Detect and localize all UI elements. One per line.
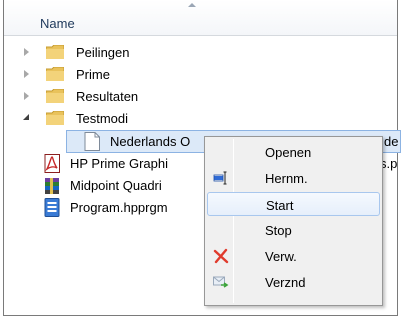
tree-item-label: HP Prime Graphi — [70, 156, 169, 171]
delete-icon — [213, 248, 229, 264]
menu-item-verw[interactable]: Verw. — [207, 244, 380, 268]
menu-item-label: Start — [266, 198, 294, 213]
tree-item-label: Prime — [76, 67, 110, 82]
menu-item-label: Hernm. — [265, 171, 308, 186]
tree-item-label: Testmodi — [76, 111, 129, 126]
column-header[interactable]: Name — [4, 0, 397, 36]
menu-item-label: Openen — [265, 145, 312, 160]
menu-item-verznd[interactable]: Verznd — [207, 270, 380, 294]
menu-item-label: Verznd — [265, 275, 306, 290]
expand-arrow-icon[interactable] — [24, 48, 29, 56]
rename-icon — [213, 171, 227, 185]
menu-item-hernm[interactable]: Hernm. — [207, 166, 380, 190]
tree-item-label: Midpoint Quadri — [70, 178, 162, 193]
tree-item-label-tail: de — [384, 134, 399, 149]
tree-item-label: Peilingen — [76, 45, 130, 60]
program-icon — [44, 198, 60, 217]
name-column-label: Name — [40, 16, 75, 31]
pdf-icon — [44, 154, 60, 173]
send-icon — [213, 276, 229, 288]
document-icon — [84, 132, 100, 151]
sort-ascending-icon[interactable] — [188, 3, 196, 7]
collapse-arrow-icon[interactable] — [23, 114, 29, 120]
folder-icon — [46, 45, 64, 59]
tree-item-label: Nederlands O — [110, 134, 191, 149]
expand-arrow-icon[interactable] — [24, 70, 29, 78]
tree-item-testmodi[interactable]: Testmodi — [4, 108, 397, 130]
folder-icon — [46, 67, 64, 81]
menu-item-openen[interactable]: Openen — [207, 140, 380, 164]
tree-item-label: Resultaten — [76, 89, 139, 104]
menu-item-start[interactable]: Start — [207, 192, 380, 216]
tree-item-peilingen[interactable]: Peilingen — [4, 42, 397, 64]
menu-item-label: Stop — [265, 223, 292, 238]
folder-icon — [46, 89, 64, 103]
tree-item-label: Program.hpprgm — [70, 200, 168, 215]
tree-item-prime[interactable]: Prime — [4, 64, 397, 86]
expand-arrow-icon[interactable] — [24, 92, 29, 100]
menu-item-stop[interactable]: Stop — [207, 218, 380, 242]
menu-item-label: Verw. — [265, 249, 297, 264]
folder-icon — [46, 111, 64, 125]
tree-item-resultaten[interactable]: Resultaten — [4, 86, 397, 108]
archive-icon — [45, 178, 59, 194]
context-menu: Openen Hernm. Start Stop Verw. Verznd — [204, 136, 383, 306]
